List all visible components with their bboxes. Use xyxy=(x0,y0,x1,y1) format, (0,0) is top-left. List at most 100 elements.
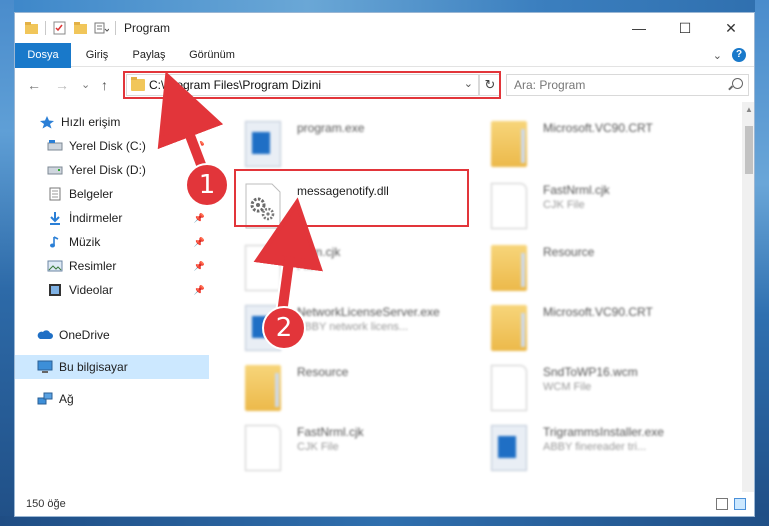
toolbar-separator xyxy=(45,21,46,35)
folder-icon xyxy=(245,365,281,411)
sidebar-item-local-disk-c[interactable]: Yerel Disk (C:) 📌 xyxy=(15,134,209,158)
file-type: ABBY network licens... xyxy=(297,321,409,333)
drive-icon xyxy=(47,140,63,151)
customize-icon[interactable] xyxy=(94,21,109,35)
videos-icon xyxy=(49,284,61,296)
file-name: FastNrml.cjk xyxy=(543,183,610,197)
window-controls: — ☐ ✕ xyxy=(616,13,754,43)
file-item-messagenotify-dll[interactable]: messagenotify.dll xyxy=(239,178,485,236)
help-icon[interactable]: ? xyxy=(732,48,746,62)
ribbon: Dosya Giriş Paylaş Görünüm ⌄ ? xyxy=(15,43,754,101)
folder-icon xyxy=(491,121,527,167)
pin-icon[interactable]: 📌 xyxy=(194,141,205,152)
sidebar-item-label: Belgeler xyxy=(69,187,114,201)
sidebar-item-label: Yerel Disk (C:) xyxy=(69,139,146,153)
file-type: WCM File xyxy=(543,381,592,393)
sidebar-item-quick-access[interactable]: Hızlı erişim xyxy=(15,110,209,134)
file-type: ABBY finereader tri... xyxy=(543,441,647,453)
title-bar: Program — ☐ ✕ xyxy=(15,13,754,43)
file-item-program-exe[interactable]: program.exe xyxy=(239,116,485,174)
network-icon xyxy=(37,392,53,405)
sidebar-item-documents[interactable]: Belgeler xyxy=(15,182,209,206)
document-file-icon xyxy=(245,425,281,471)
navigation-bar: ← → ⌄ ↑ C:\Program Files\Program Dizini … xyxy=(15,68,754,102)
sidebar-item-label: İndirmeler xyxy=(69,211,123,225)
vertical-scrollbar[interactable]: ▲ xyxy=(742,102,754,492)
file-item-networklicenseserver-exe[interactable]: NetworkLicenseServer.exe ABBY network li… xyxy=(239,300,485,358)
file-name: messagenotify.dll xyxy=(297,184,389,198)
cloud-icon xyxy=(37,330,53,339)
exe-file-icon xyxy=(491,425,527,471)
up-button[interactable]: ↑ xyxy=(101,77,108,93)
file-name: Microsoft.VC90.CRT xyxy=(543,121,653,135)
sidebar-item-label: Videolar xyxy=(69,283,113,297)
maximize-button[interactable]: ☐ xyxy=(662,13,708,43)
sidebar-item-videos[interactable]: Videolar 📌 xyxy=(15,278,209,302)
drive-icon xyxy=(47,166,63,175)
file-name: Microsoft.VC90.CRT xyxy=(543,305,653,319)
file-name: Korn.cjk xyxy=(297,245,341,259)
sidebar-item-this-pc[interactable]: Bu bilgisayar xyxy=(15,355,209,379)
sidebar-item-label: Resimler xyxy=(69,259,117,273)
file-item-resource-folder[interactable]: Resource xyxy=(485,240,731,298)
sidebar-item-onedrive[interactable]: OneDrive xyxy=(15,323,209,347)
window-title: Program xyxy=(124,21,171,35)
file-item-korn-cjk[interactable]: Korn.cjk File xyxy=(239,240,485,298)
file-name: Resource xyxy=(297,365,349,379)
dll-gear-icon xyxy=(245,183,281,229)
pin-icon[interactable]: 📌 xyxy=(194,285,205,296)
pin-icon[interactable]: 📌 xyxy=(194,237,205,248)
file-name: TrigrammsInstaller.exe xyxy=(543,425,664,439)
documents-icon xyxy=(49,187,61,201)
quick-access-toolbar xyxy=(15,21,116,35)
computer-icon xyxy=(37,360,53,373)
ribbon-expand-icon[interactable]: ⌄ xyxy=(713,49,722,62)
toolbar-separator xyxy=(115,21,116,35)
ribbon-right: ⌄ ? xyxy=(713,48,746,62)
minimize-button[interactable]: — xyxy=(616,13,662,43)
forward-button[interactable]: → xyxy=(55,77,69,93)
scroll-up-icon[interactable]: ▲ xyxy=(745,105,753,114)
search-placeholder: Ara: Program xyxy=(514,78,586,92)
highlight-box-address xyxy=(123,71,501,99)
file-item-fastnrml-cjk[interactable]: FastNrml.cjk CJK File xyxy=(485,178,731,236)
search-box[interactable]: Ara: Program xyxy=(506,74,749,96)
view-switcher xyxy=(716,498,746,510)
explorer-window: Program — ☐ ✕ Dosya Giriş Paylaş Görünüm… xyxy=(14,12,755,517)
sidebar-item-music[interactable]: Müzik 📌 xyxy=(15,230,209,254)
file-type: File xyxy=(297,261,315,273)
file-item-resource-folder[interactable]: Resource xyxy=(239,360,485,418)
pictures-icon xyxy=(47,260,63,272)
exe-file-icon xyxy=(245,305,281,351)
tiles-view-icon[interactable] xyxy=(734,498,746,510)
back-button[interactable]: ← xyxy=(27,77,41,93)
file-item-microsoft-vc90-crt[interactable]: Microsoft.VC90.CRT xyxy=(485,300,731,358)
sidebar-item-pictures[interactable]: Resimler 📌 xyxy=(15,254,209,278)
folder-icon[interactable] xyxy=(24,21,39,35)
tab-giris[interactable]: Giriş xyxy=(75,43,119,67)
file-item-fastnrml-cjk[interactable]: FastNrml.cjk CJK File xyxy=(239,420,485,478)
sidebar-item-downloads[interactable]: İndirmeler 📌 xyxy=(15,206,209,230)
sidebar-item-network[interactable]: Ağ xyxy=(15,387,209,411)
exe-file-icon xyxy=(245,121,281,167)
new-folder-icon[interactable] xyxy=(73,21,88,35)
star-icon xyxy=(40,116,54,129)
close-button[interactable]: ✕ xyxy=(708,13,754,43)
pin-icon[interactable]: 📌 xyxy=(194,213,205,224)
recent-locations-button[interactable]: ⌄ xyxy=(81,78,90,91)
file-item-trigrammsinstaller-exe[interactable]: TrigrammsInstaller.exe ABBY finereader t… xyxy=(485,420,731,478)
file-type: CJK File xyxy=(297,441,339,453)
tab-gorunum[interactable]: Görünüm xyxy=(181,43,243,67)
sidebar-item-local-disk-d[interactable]: Yerel Disk (D:) xyxy=(15,158,209,182)
status-bar: 150 öğe xyxy=(15,492,754,516)
music-icon xyxy=(50,236,59,248)
file-item-sndtowp16-wcm[interactable]: SndToWP16.wcm WCM File xyxy=(485,360,731,418)
pin-icon[interactable]: 📌 xyxy=(194,261,205,272)
file-item-microsoft-vc90-crt[interactable]: Microsoft.VC90.CRT xyxy=(485,116,731,174)
item-count: 150 öğe xyxy=(26,498,66,510)
tab-paylas[interactable]: Paylaş xyxy=(125,43,173,67)
details-view-icon[interactable] xyxy=(716,498,728,510)
properties-icon[interactable] xyxy=(52,21,67,35)
scrollbar-thumb[interactable] xyxy=(745,126,753,174)
sidebar-item-label: OneDrive xyxy=(59,328,110,342)
